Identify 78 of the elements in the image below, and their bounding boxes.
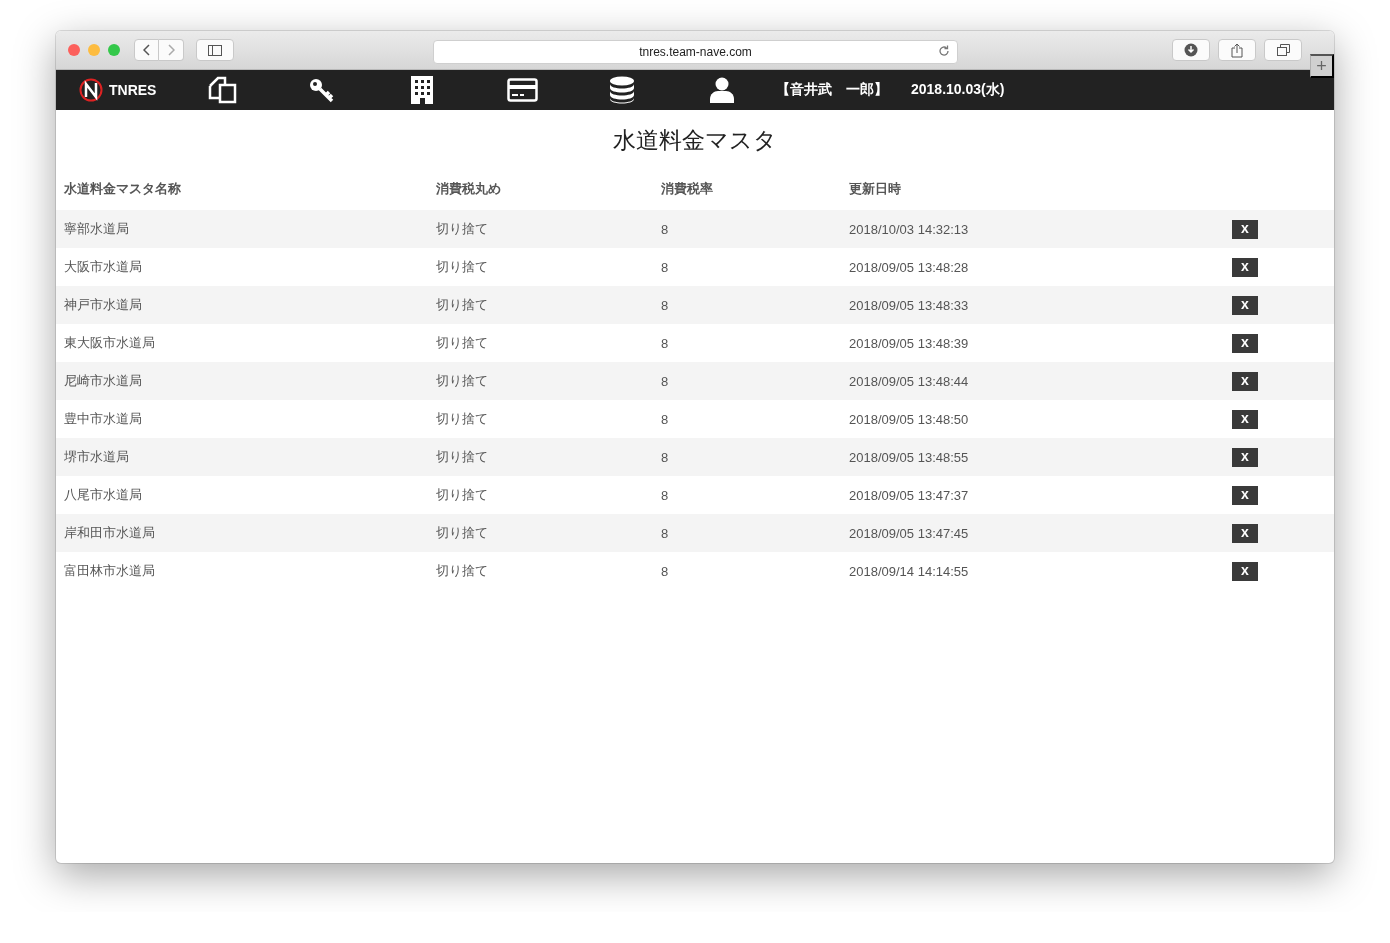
table-cell: 尼崎市水道局 <box>56 362 428 400</box>
table-cell: 8 <box>653 514 841 552</box>
delete-button[interactable]: x <box>1232 485 1258 505</box>
table-cell-text: 2018/09/05 13:48:28 <box>848 258 970 277</box>
logo-icon <box>79 78 103 102</box>
delete-button[interactable]: x <box>1232 371 1258 391</box>
table-cell: 堺市水道局 <box>56 438 428 476</box>
reload-icon[interactable] <box>938 45 950 57</box>
page-title: 水道料金マスタ <box>612 126 778 155</box>
table-cell-text: 富田林市水道局 <box>63 562 156 580</box>
download-button[interactable] <box>1172 39 1210 61</box>
table-cell-text: 豊中市水道局 <box>63 410 143 428</box>
user-name: 【音井武 一郎】 <box>776 81 889 99</box>
delete-button[interactable]: x <box>1232 409 1258 429</box>
table-cell-text: 切り捨て <box>435 258 489 276</box>
download-icon <box>1184 43 1198 57</box>
tabs-button[interactable] <box>1264 39 1302 61</box>
table-cell-text: 八尾市水道局 <box>63 486 143 504</box>
key-icon[interactable] <box>308 77 336 103</box>
delete-button[interactable]: x <box>1232 333 1258 353</box>
table-cell: 8 <box>653 438 841 476</box>
current-date: 2018.10.03(水) <box>911 81 1005 99</box>
delete-button[interactable]: x <box>1232 447 1258 467</box>
brand-name: TNRES <box>109 82 157 98</box>
delete-button[interactable]: x <box>1232 257 1258 277</box>
table-cell-text: 切り捨て <box>435 562 489 580</box>
chevron-right-icon <box>167 44 175 56</box>
table-cell: 8 <box>653 362 841 400</box>
sidebar-button[interactable] <box>196 39 234 61</box>
credit-card-icon[interactable] <box>506 78 538 102</box>
table-cell: 切り捨て <box>428 514 653 552</box>
table-cell-text: 切り捨て <box>435 334 489 352</box>
table-cell-text: 切り捨て <box>435 410 489 428</box>
table-cell-text: 8 <box>660 334 670 353</box>
table-cell-text: 大阪市水道局 <box>63 258 143 276</box>
table-cell-text: 東大阪市水道局 <box>63 334 156 352</box>
table-cell-text: 2018/09/05 13:48:39 <box>848 334 970 353</box>
table-cell: 2018/09/05 13:48:44 <box>841 362 1224 400</box>
column-header: 更新日時 <box>848 180 902 198</box>
table-cell-text: 8 <box>660 486 670 505</box>
table-cell: 岸和田市水道局 <box>56 514 428 552</box>
table-cell: 切り捨て <box>428 210 653 248</box>
table-cell: 寧部水道局 <box>56 210 428 248</box>
table-cell: 切り捨て <box>428 362 653 400</box>
address-bar[interactable]: tnres.team-nave.com <box>433 40 958 64</box>
table-cell-text: 2018/09/14 14:14:55 <box>848 562 970 581</box>
share-icon <box>1231 42 1243 58</box>
table-cell-text: 8 <box>660 410 670 429</box>
delete-button[interactable]: x <box>1232 561 1258 581</box>
chevron-left-icon <box>142 44 151 56</box>
new-tab-button[interactable]: + <box>1310 54 1334 78</box>
table-cell-text: 切り捨て <box>435 486 489 504</box>
table-cell: 2018/09/05 13:48:33 <box>841 286 1224 324</box>
table-cell-text: 2018/09/05 13:48:50 <box>848 410 970 429</box>
delete-button[interactable]: x <box>1232 523 1258 543</box>
table-cell-text: 8 <box>660 258 670 277</box>
column-header: 消費税率 <box>660 180 714 198</box>
table-cell: 神戸市水道局 <box>56 286 428 324</box>
delete-button[interactable]: x <box>1232 295 1258 315</box>
table-cell: 2018/09/05 13:48:55 <box>841 438 1224 476</box>
tabs-icon <box>1276 44 1290 56</box>
building-icon[interactable] <box>411 76 433 104</box>
table-cell: 2018/10/03 14:32:13 <box>841 210 1224 248</box>
table-cell: 8 <box>653 210 841 248</box>
user-icon[interactable] <box>710 77 734 103</box>
table-cell: 切り捨て <box>428 286 653 324</box>
column-header: 消費税丸め <box>435 180 502 198</box>
column-header: 水道料金マスタ名称 <box>63 180 182 198</box>
documents-icon[interactable] <box>207 76 237 104</box>
table-cell: 切り捨て <box>428 438 653 476</box>
delete-button[interactable]: x <box>1232 219 1258 239</box>
table-cell-text: 2018/09/05 13:47:37 <box>848 486 970 505</box>
database-icon[interactable] <box>609 76 635 104</box>
table-cell: 2018/09/05 13:47:45 <box>841 514 1224 552</box>
sidebar-icon <box>208 44 222 56</box>
table-cell-text: 8 <box>660 562 670 581</box>
table-cell: 8 <box>653 286 841 324</box>
url-text: tnres.team-nave.com <box>639 45 752 59</box>
